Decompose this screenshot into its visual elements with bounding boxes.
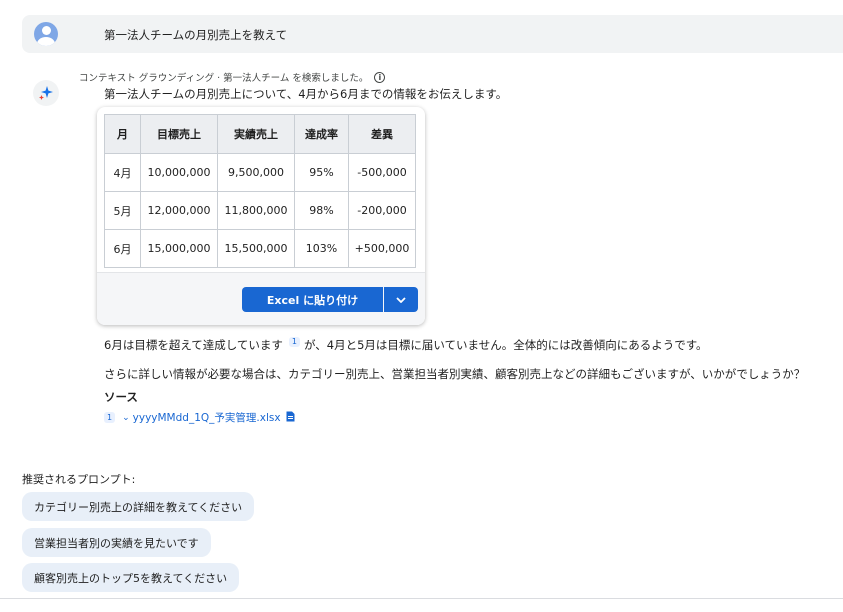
response-paragraph-1: 6月は目標を超えて達成しています 1 が、4月と5月は目標に届いていません。全体… xyxy=(104,337,708,353)
user-avatar-icon[interactable] xyxy=(34,22,58,46)
paragraph-1-text-before: 6月は目標を超えて達成しています xyxy=(104,338,283,352)
table-cell: 12,000,000 xyxy=(140,191,218,230)
user-message-bar: 第一法人チームの月別売上を教えて xyxy=(22,15,843,53)
grounding-note: コンテキスト グラウンディング · 第一法人チーム を検索しました。 i xyxy=(79,70,386,84)
table-row: 5月 12,000,000 11,800,000 98% -200,000 xyxy=(104,191,416,230)
table-cell: 95% xyxy=(294,153,349,192)
table-cell: 5月 xyxy=(104,191,141,230)
sparkle-icon xyxy=(33,80,59,106)
paragraph-1-text-after: が、4月と5月は目標に届いていません。全体的には改善傾向にあるようです。 xyxy=(304,338,708,352)
chevron-down-icon xyxy=(396,296,406,303)
table-header-row: 月 目標売上 実績売上 達成率 差異 xyxy=(104,114,416,154)
source-item[interactable]: 1 ⌄ yyyyMMdd_1Q_予実管理.xlsx xyxy=(104,410,295,425)
table-cell: 15,500,000 xyxy=(217,229,295,268)
suggested-prompt-chip[interactable]: カテゴリー別売上の詳細を教えてください xyxy=(22,492,255,521)
suggested-prompts-title: 推奨されるプロンプト: xyxy=(22,473,136,486)
header-month: 月 xyxy=(104,114,141,154)
paste-to-excel-button[interactable]: Excel に貼り付け xyxy=(242,287,383,312)
table-row: 4月 10,000,000 9,500,000 95% -500,000 xyxy=(104,153,416,192)
table-cell: +500,000 xyxy=(348,229,416,268)
user-message-text: 第一法人チームの月別売上を教えて xyxy=(104,28,288,42)
info-icon[interactable]: i xyxy=(374,71,386,83)
source-number-badge: 1 xyxy=(104,412,116,423)
header-target: 目標売上 xyxy=(140,114,218,154)
sales-table-card: 月 目標売上 実績売上 達成率 差異 4月 10,000,000 9,500,0… xyxy=(97,107,425,325)
header-diff: 差異 xyxy=(348,114,416,154)
file-icon xyxy=(286,411,295,425)
sales-table: 月 目標売上 実績売上 達成率 差異 4月 10,000,000 9,500,0… xyxy=(104,114,416,268)
header-actual: 実績売上 xyxy=(217,114,295,154)
table-cell: -500,000 xyxy=(348,153,416,192)
suggested-prompt-chip[interactable]: 営業担当者別の実績を見たいです xyxy=(22,528,211,557)
suggested-prompt-chip[interactable]: 顧客別売上のトップ5を教えてください xyxy=(22,563,240,592)
chevron-down-icon[interactable]: ⌄ xyxy=(122,413,130,423)
table-cell: 98% xyxy=(294,191,349,230)
source-file-link[interactable]: yyyyMMdd_1Q_予実管理.xlsx xyxy=(133,410,281,425)
table-cell: 103% xyxy=(294,229,349,268)
divider xyxy=(0,598,843,599)
table-cell: 11,800,000 xyxy=(217,191,295,230)
table-cell: 4月 xyxy=(104,153,141,192)
sources-title: ソース xyxy=(104,390,138,404)
table-row: 6月 15,000,000 15,500,000 103% +500,000 xyxy=(104,229,416,268)
table-cell: 15,000,000 xyxy=(140,229,218,268)
table-cell: 6月 xyxy=(104,229,141,268)
table-cell: 10,000,000 xyxy=(140,153,218,192)
response-intro: 第一法人チームの月別売上について、4月から6月までの情報をお伝えします。 xyxy=(104,87,508,101)
header-rate: 達成率 xyxy=(294,114,349,154)
excel-options-dropdown[interactable] xyxy=(384,287,418,312)
citation-badge[interactable]: 1 xyxy=(288,337,300,347)
table-card-footer: Excel に貼り付け xyxy=(97,272,425,325)
response-paragraph-2: さらに詳しい情報が必要な場合は、カテゴリー別売上、営業担当者別実績、顧客別売上な… xyxy=(104,367,806,381)
grounding-note-text: コンテキスト グラウンディング · 第一法人チーム を検索しました。 xyxy=(79,73,369,84)
table-cell: 9,500,000 xyxy=(217,153,295,192)
table-cell: -200,000 xyxy=(348,191,416,230)
